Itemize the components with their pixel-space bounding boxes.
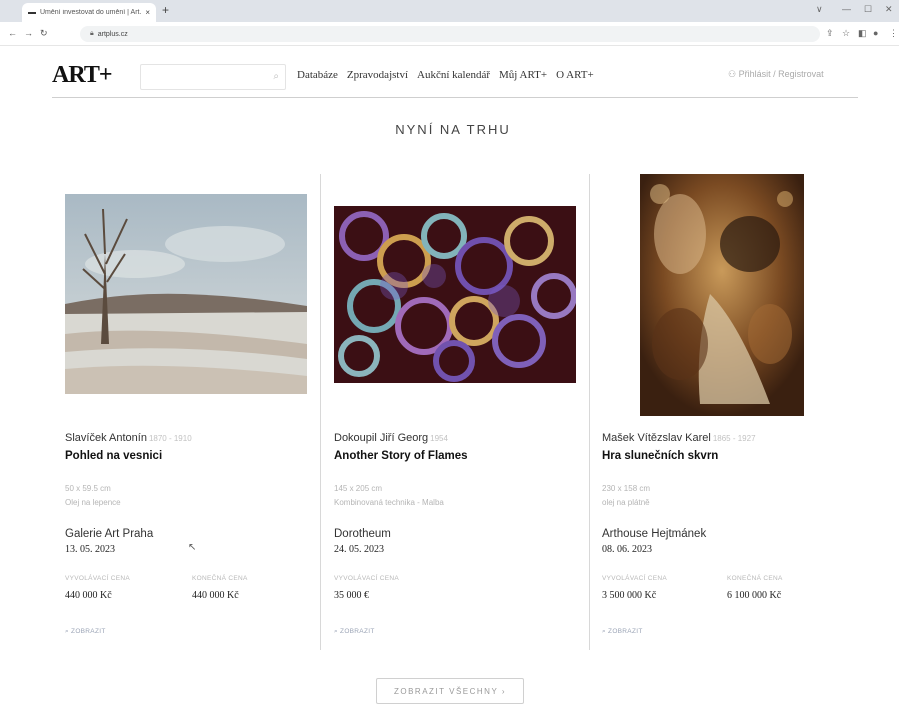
nav-item-o-art[interactable]: O ART+ <box>556 69 594 81</box>
tab-search-icon[interactable]: ∨ <box>816 4 823 15</box>
start-price: 35 000 € <box>334 590 369 601</box>
search-field[interactable]: ⌕ <box>140 64 286 90</box>
artwork-title[interactable]: Hra slunečních skvrn <box>602 450 718 462</box>
auction-date: 13. 05. 2023 <box>65 544 115 555</box>
nav-item-muj-art[interactable]: Můj ART+ <box>499 69 547 81</box>
view-link[interactable]: ⌕ ZOBRAZIT <box>602 628 643 636</box>
tab-title: Umění investovat do umění | Art... <box>40 9 143 16</box>
main-nav: Databáze Zpravodajství Aukční kalendář M… <box>297 69 594 81</box>
bookmark-star-icon[interactable]: ☆ <box>842 28 850 39</box>
artwork-card: Slavíček Antonín 1870 - 1910 Pohled na ve… <box>65 174 315 650</box>
search-icon[interactable]: ⌕ <box>273 71 279 82</box>
end-price-label: KONEČNÁ CENA <box>727 575 783 582</box>
artwork-image[interactable] <box>640 174 804 416</box>
auction-house: Dorotheum <box>334 528 391 540</box>
end-price: 440 000 Kč <box>192 590 239 601</box>
view-link[interactable]: ⌕ ZOBRAZIT <box>65 628 106 636</box>
nav-item-databaze[interactable]: Databáze <box>297 69 338 81</box>
url-text: artplus.cz <box>97 30 128 38</box>
auction-house: Galerie Art Praha <box>65 528 154 540</box>
artist-name: Slavíček Antonín <box>65 432 147 444</box>
artwork-dimensions: 145 x 205 cm <box>334 484 383 493</box>
browser-tab[interactable]: Umění investovat do umění | Art... × <box>22 3 156 22</box>
artwork-medium: Kombinovaná technika - Malba <box>334 498 444 507</box>
browser-tab-bar: Umění investovat do umění | Art... × + ∨… <box>0 0 899 22</box>
login-label: Přihlásit / Registrovat <box>738 69 824 79</box>
view-label: ZOBRAZIT <box>71 628 106 635</box>
column-divider <box>320 174 321 650</box>
login-link[interactable]: ⚇ Přihlásit / Registrovat <box>728 69 824 80</box>
mouse-cursor-icon: ↖ <box>188 542 197 553</box>
back-icon[interactable]: ← <box>8 28 17 38</box>
artwork-image[interactable] <box>65 194 307 394</box>
artist-line[interactable]: Slavíček Antonín 1870 - 1910 <box>65 432 192 444</box>
artwork-title[interactable]: Pohled na vesnici <box>65 450 162 462</box>
start-price-label: VYVOLÁVACÍ CENA <box>65 575 131 582</box>
site-logo[interactable]: ART+ <box>52 62 113 89</box>
header-divider <box>52 97 858 98</box>
artist-years: 1954 <box>430 434 448 443</box>
lock-icon: 🔒︎ <box>90 30 94 37</box>
artwork-medium: Olej na lepence <box>65 498 121 507</box>
artwork-dimensions: 230 x 158 cm <box>602 484 651 493</box>
minimize-button[interactable]: — <box>842 4 851 14</box>
tab-close-button[interactable]: × <box>145 8 150 17</box>
artwork-card: Mašek Vítězslav Karel 1865 - 1927 Hra slu… <box>602 174 852 650</box>
maximize-button[interactable]: ☐ <box>864 4 872 15</box>
menu-icon[interactable]: ⋮ <box>889 28 898 39</box>
auction-date: 08. 06. 2023 <box>602 544 652 555</box>
artwork-card: Dokoupil Jiří Georg 1954 Another Story of… <box>334 174 584 650</box>
new-tab-button[interactable]: + <box>162 3 169 17</box>
browser-toolbar: ← → ↻ 🔒︎ artplus.cz ⇪ ☆ ◧ ● ⋮ <box>0 22 899 46</box>
nav-item-zpravodajstvi[interactable]: Zpravodajství <box>347 69 408 81</box>
artist-line[interactable]: Dokoupil Jiří Georg 1954 <box>334 432 448 444</box>
artist-years: 1865 - 1927 <box>712 434 756 443</box>
show-all-button[interactable]: ZOBRAZIT VŠECHNY › <box>376 678 524 704</box>
artwork-dimensions: 50 x 59.5 cm <box>65 484 111 493</box>
start-price-label: VYVOLÁVACÍ CENA <box>334 575 400 582</box>
artist-line[interactable]: Mašek Vítězslav Karel 1865 - 1927 <box>602 432 756 444</box>
profile-avatar-icon[interactable]: ● <box>873 28 878 38</box>
view-link[interactable]: ⌕ ZOBRAZIT <box>334 628 375 636</box>
artwork-image[interactable] <box>334 206 576 383</box>
view-label: ZOBRAZIT <box>608 628 643 635</box>
close-window-button[interactable]: ✕ <box>885 4 893 15</box>
artwork-medium: olej na plátně <box>602 498 650 507</box>
favicon-icon <box>28 11 36 14</box>
site-page: ART+ ⌕ Databáze Zpravodajství Aukční kal… <box>0 46 899 717</box>
start-price: 440 000 Kč <box>65 590 112 601</box>
auction-house: Arthouse Hejtmánek <box>602 528 707 540</box>
start-price-label: VYVOLÁVACÍ CENA <box>602 575 668 582</box>
end-price: 6 100 000 Kč <box>727 590 782 601</box>
share-icon[interactable]: ⇪ <box>826 28 834 39</box>
artist-years: 1870 - 1910 <box>148 434 192 443</box>
start-price: 3 500 000 Kč <box>602 590 657 601</box>
sidepanel-icon[interactable]: ◧ <box>858 28 867 39</box>
view-label: ZOBRAZIT <box>340 628 375 635</box>
end-price-label: KONEČNÁ CENA <box>192 575 248 582</box>
section-title: NYNÍ NA TRHU <box>395 122 511 137</box>
auction-date: 24. 05. 2023 <box>334 544 384 555</box>
user-icon: ⚇ <box>728 69 739 79</box>
artist-name: Dokoupil Jiří Georg <box>334 432 429 444</box>
artist-name: Mašek Vítězslav Karel <box>602 432 711 444</box>
nav-item-aukcni-kalendar[interactable]: Aukční kalendář <box>417 69 490 81</box>
address-bar[interactable]: 🔒︎ artplus.cz <box>80 26 820 42</box>
column-divider <box>589 174 590 650</box>
reload-icon[interactable]: ↻ <box>40 28 48 39</box>
forward-icon[interactable]: → <box>24 28 33 38</box>
artwork-title[interactable]: Another Story of Flames <box>334 450 468 462</box>
